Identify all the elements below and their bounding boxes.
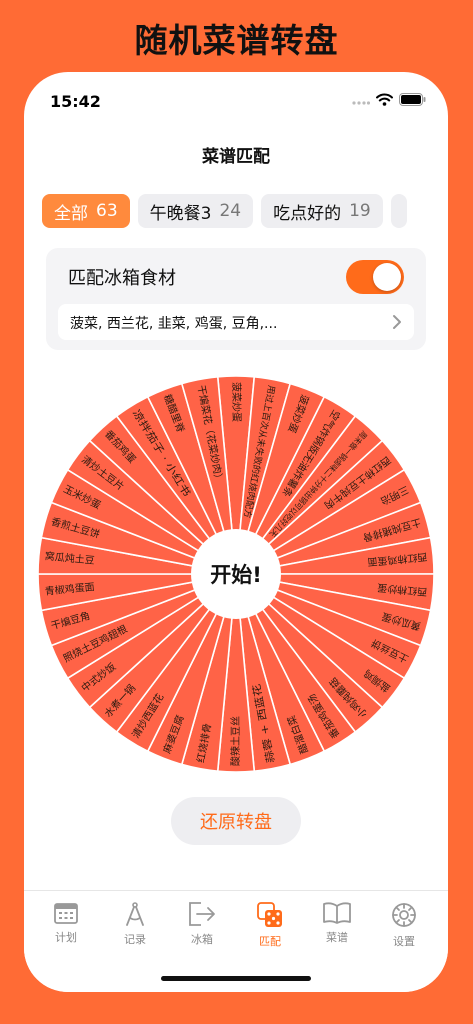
wheel-segment-label: 菠菜炒蛋 — [230, 382, 242, 422]
tab-plan[interactable]: 计划 — [36, 901, 96, 957]
status-bar: 15:42 — [24, 72, 448, 128]
fridge-match-toggle[interactable] — [346, 260, 404, 294]
fridge-match-card: 匹配冰箱食材 菠菜, 西兰花, 韭菜, 鸡蛋, 豆角,... — [46, 248, 426, 350]
tab-label: 记录 — [124, 933, 146, 946]
chip-count: 19 — [349, 201, 371, 221]
toggle-knob — [373, 263, 401, 291]
tab-label: 设置 — [393, 935, 415, 948]
chip-more[interactable] — [390, 194, 407, 228]
chip-lunch-dinner[interactable]: 午晚餐3 24 — [137, 194, 254, 228]
calendar-icon — [54, 903, 78, 924]
chip-label: 午晚餐3 — [149, 203, 212, 224]
dice-icon — [257, 902, 282, 927]
chevron-right-icon — [393, 315, 401, 329]
tab-fridge[interactable]: 冰箱 — [172, 901, 232, 957]
ingredient-list: 菠菜, 西兰花, 韭菜, 鸡蛋, 豆角,... — [70, 316, 278, 332]
recipe-wheel[interactable]: 菠菜炒蛋 用过上百次从未失败的红烧肉配方 菠菜炒蛋 空气炸锅版无油炸薯条 周末做一锅卤味… — [34, 372, 438, 776]
ingredient-selector[interactable]: 菠菜, 西兰花, 韭菜, 鸡蛋, 豆角,... — [58, 304, 414, 340]
category-chips: 全部 63 午晚餐3 24 吃点好的 19 — [42, 194, 448, 230]
wheel-svg[interactable]: 菠菜炒蛋 用过上百次从未失败的红烧肉配方 菠菜炒蛋空气炸锅版无油炸薯条周末做一锅卤味… — [34, 372, 438, 776]
tab-label: 计划 — [55, 931, 77, 944]
status-time: 15:42 — [50, 92, 101, 111]
chip-count: 24 — [219, 201, 242, 221]
tab-settings[interactable]: 设置 — [374, 901, 434, 957]
battery-icon — [399, 93, 426, 106]
tab-recipes[interactable]: 菜谱 — [307, 901, 367, 957]
tab-label: 冰箱 — [191, 933, 213, 946]
status-icons — [352, 93, 426, 106]
chip-treat[interactable]: 吃点好的 19 — [261, 194, 383, 228]
tab-record[interactable]: 记录 — [105, 901, 165, 957]
wifi-icon — [376, 93, 393, 106]
promo-headline: 随机菜谱转盘 — [134, 21, 339, 60]
tab-match[interactable]: 匹配 — [240, 901, 300, 957]
chip-label: 全部 — [54, 203, 88, 224]
wheel-segment-label: 酸辣土豆丝 — [229, 716, 242, 766]
signal-icon — [352, 100, 370, 105]
tab-label: 菜谱 — [326, 931, 348, 944]
gear-icon — [392, 903, 416, 927]
chip-label: 吃点好的 — [273, 203, 342, 224]
compass-icon — [126, 902, 144, 926]
chip-all[interactable]: 全部 63 — [42, 194, 130, 228]
fridge-exit-icon — [189, 902, 215, 926]
phone-screen: 15:42 菜谱匹配 全部 63 午晚餐3 24 吃点好的 19 匹配冰箱食材 … — [24, 72, 448, 992]
spin-button-label[interactable]: 开始! — [210, 563, 262, 587]
fridge-match-label: 匹配冰箱食材 — [68, 268, 176, 289]
book-icon — [323, 902, 351, 924]
restore-wheel-button[interactable]: 还原转盘 — [171, 797, 301, 845]
page-title: 菜谱匹配 — [202, 147, 270, 167]
tab-label: 匹配 — [259, 935, 281, 948]
chip-count: 63 — [96, 201, 118, 221]
home-indicator — [161, 976, 311, 981]
